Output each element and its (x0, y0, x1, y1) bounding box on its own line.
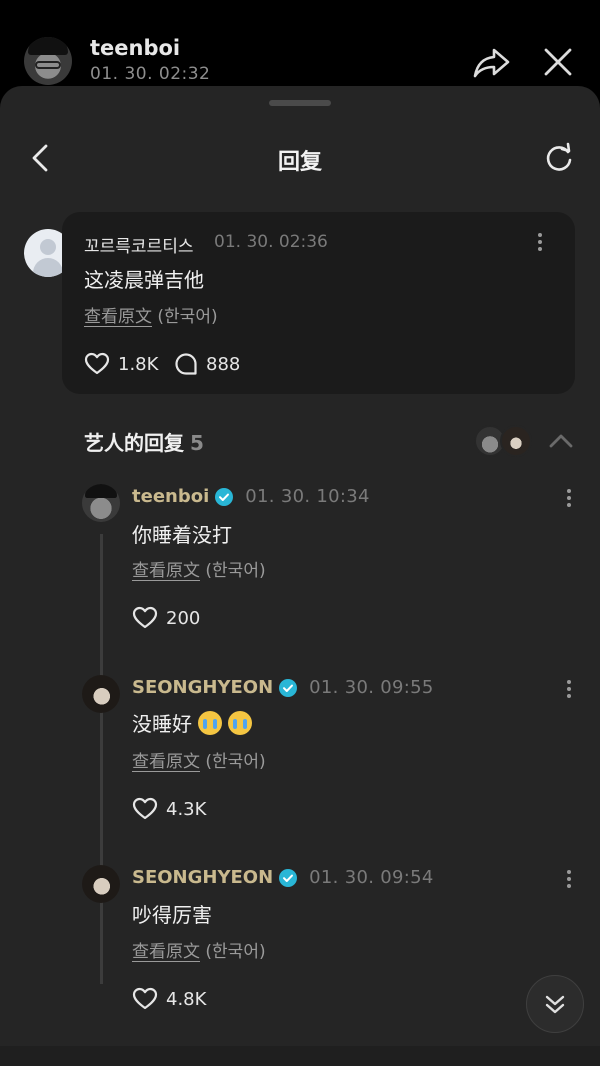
reply-author-name[interactable]: SEONGHYEON 01. 30. 09:54 (132, 867, 434, 888)
artist-replies-count: 5 (190, 431, 204, 455)
artist-avatar-stack-item (500, 425, 532, 457)
post-author-name[interactable]: teenboi (90, 36, 180, 60)
reply-author-avatar[interactable] (82, 675, 120, 713)
reply-text-label: 吵得厉害 (132, 903, 212, 927)
comment-timestamp: 01. 30. 02:36 (214, 232, 328, 252)
reply-button[interactable]: 888 (174, 350, 240, 378)
original-language: (한국어) (205, 942, 266, 962)
like-count: 1.8K (118, 353, 159, 375)
like-count: 4.3K (166, 798, 207, 820)
post-timestamp: 01. 30. 02:32 (90, 64, 211, 84)
close-icon[interactable] (536, 40, 580, 84)
view-original-link[interactable]: 查看原文 (한국어) (84, 302, 218, 327)
sheet-drag-handle[interactable] (269, 100, 331, 106)
heart-icon (132, 797, 158, 820)
reply-author-avatar[interactable] (82, 484, 120, 522)
post-header: teenboi 01. 30. 02:32 (0, 0, 600, 92)
more-options-icon[interactable] (528, 230, 552, 254)
crying-face-emoji-icon (228, 710, 252, 735)
verified-badge-icon (215, 487, 234, 506)
sheet-title: 回复 (277, 150, 322, 175)
reply-sheet: 回复 꼬르륵코르티스 01. 30. 02:36 这凌晨弹吉他 查看原文 (한국… (0, 86, 600, 1066)
original-language: (한국어) (205, 752, 266, 772)
reply-timestamp: 01. 30. 09:55 (309, 677, 434, 698)
artist-replies-label: 艺人的回复 (84, 431, 184, 455)
view-original-label[interactable]: 查看原文 (84, 307, 152, 327)
comment-author-name[interactable]: 꼬르륵코르티스 (84, 232, 193, 257)
original-language: (한국어) (205, 561, 266, 581)
view-original-label[interactable]: 查看原文 (132, 942, 200, 962)
thread-line (100, 534, 103, 984)
reply-text: 吵得厉害 (132, 899, 212, 928)
verified-badge-icon (279, 678, 298, 697)
view-original-label[interactable]: 查看原文 (132, 561, 200, 581)
original-language: (한국어) (157, 307, 218, 327)
refresh-icon[interactable] (538, 138, 578, 178)
comment-text: 这凌晨弹吉他 (84, 268, 204, 292)
double-chevron-down-icon (545, 995, 565, 1014)
like-button[interactable]: 4.3K (132, 795, 206, 823)
view-original-link[interactable]: 查看原文 (한국어) (132, 556, 266, 581)
reply-timestamp: 01. 30. 09:54 (309, 867, 434, 888)
reply-author-name[interactable]: teenboi 01. 30. 10:34 (132, 486, 370, 507)
view-original-link[interactable]: 查看原文 (한국어) (132, 937, 266, 962)
like-button[interactable]: 4.8K (132, 985, 206, 1013)
heart-icon (84, 352, 110, 375)
scroll-to-bottom-button[interactable] (526, 975, 584, 1033)
reply-text-label: 没睡好 (132, 712, 192, 736)
like-button[interactable]: 1.8K (84, 350, 158, 378)
reply-author-label[interactable]: teenboi (132, 486, 209, 507)
bottom-divider (0, 1046, 600, 1066)
crying-face-emoji-icon (198, 710, 222, 735)
reply-text: 你睡着没打 (132, 519, 232, 548)
chevron-up-icon[interactable] (546, 426, 576, 456)
reply-count: 888 (206, 353, 241, 375)
heart-icon (132, 987, 158, 1010)
comment-bubble-icon (175, 353, 197, 375)
reply-author-label[interactable]: SEONGHYEON (132, 867, 273, 888)
like-button[interactable]: 200 (132, 604, 200, 632)
more-options-icon[interactable] (557, 867, 581, 891)
more-options-icon[interactable] (557, 677, 581, 701)
post-author-avatar[interactable] (24, 37, 72, 85)
like-count: 4.8K (166, 988, 207, 1010)
parent-comment-card: 꼬르륵코르티스 01. 30. 02:36 这凌晨弹吉他 查看原文 (한국어) … (62, 212, 575, 394)
share-icon[interactable] (470, 40, 514, 84)
like-count: 200 (166, 607, 201, 629)
artist-replies-heading: 艺人的回复 5 (84, 427, 204, 456)
reply-author-name[interactable]: SEONGHYEON 01. 30. 09:55 (132, 677, 434, 698)
reply-text-label: 你睡着没打 (132, 523, 232, 547)
more-options-icon[interactable] (557, 486, 581, 510)
reply-author-avatar[interactable] (82, 865, 120, 903)
verified-badge-icon (279, 868, 298, 887)
reply-author-label[interactable]: SEONGHYEON (132, 677, 273, 698)
heart-icon (132, 606, 158, 629)
view-original-label[interactable]: 查看原文 (132, 752, 200, 772)
view-original-link[interactable]: 查看原文 (한국어) (132, 747, 266, 772)
reply-timestamp: 01. 30. 10:34 (245, 486, 370, 507)
reply-text: 没睡好 (132, 708, 252, 737)
